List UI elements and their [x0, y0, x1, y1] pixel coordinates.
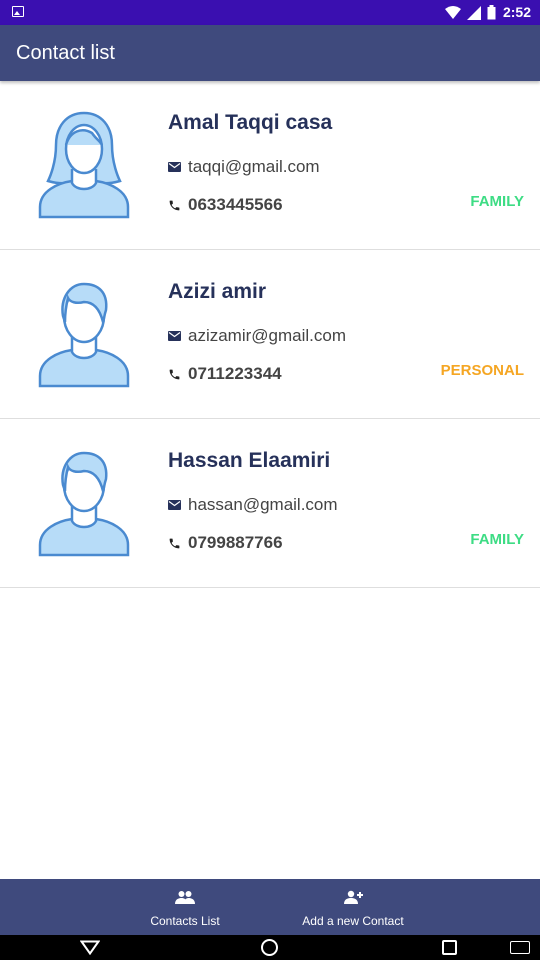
nav-label: Add a new Contact	[302, 914, 404, 928]
male-avatar-icon	[38, 282, 130, 388]
contact-row[interactable]: Amal Taqqi casa taqqi@gmail.com 06334455…	[0, 81, 540, 250]
nav-contacts-list[interactable]: Contacts List	[125, 879, 245, 935]
phone-line: 0633445566	[168, 195, 283, 215]
male-avatar-icon	[38, 451, 130, 557]
contact-row[interactable]: Azizi amir azizamir@gmail.com 0711223344…	[0, 250, 540, 419]
clock: 2:52	[502, 4, 531, 20]
contact-email: azizamir@gmail.com	[188, 326, 347, 345]
app-bar: Contact list	[0, 25, 540, 81]
nav-add-contact[interactable]: Add a new Contact	[283, 879, 423, 935]
contact-email: taqqi@gmail.com	[188, 157, 320, 176]
contact-list: Amal Taqqi casa taqqi@gmail.com 06334455…	[0, 81, 540, 588]
status-bar: 2:52	[0, 0, 540, 25]
category-badge: FAMILY	[470, 193, 524, 210]
contact-phone: 0711223344	[188, 364, 282, 383]
people-icon	[175, 891, 195, 904]
phone-icon	[169, 369, 180, 379]
back-triangle-icon[interactable]	[80, 940, 100, 955]
battery-icon	[487, 5, 496, 20]
phone-icon	[169, 538, 180, 548]
system-icons	[445, 5, 496, 20]
add-person-icon	[344, 890, 363, 904]
contact-email: hassan@gmail.com	[188, 495, 338, 514]
female-avatar-icon	[38, 111, 130, 219]
recents-square-icon[interactable]	[442, 940, 457, 955]
system-navigation-bar	[0, 935, 540, 960]
email-line: azizamir@gmail.com	[168, 326, 346, 346]
cell-signal-icon	[467, 5, 481, 20]
wifi-icon	[445, 5, 461, 19]
email-line: taqqi@gmail.com	[168, 157, 320, 177]
contact-row[interactable]: Hassan Elaamiri hassan@gmail.com 0799887…	[0, 419, 540, 588]
bottom-navigation: Contacts List Add a new Contact	[0, 879, 540, 935]
contact-name: Amal Taqqi casa	[168, 111, 333, 134]
category-badge: PERSONAL	[440, 362, 524, 379]
category-badge: FAMILY	[470, 531, 524, 548]
page-title: Contact list	[16, 42, 115, 64]
home-circle-icon[interactable]	[261, 939, 278, 956]
phone-line: 0799887766	[168, 533, 283, 553]
nav-label: Contacts List	[150, 914, 220, 928]
email-icon	[168, 499, 181, 510]
email-icon	[168, 161, 181, 172]
keyboard-icon[interactable]	[510, 941, 530, 954]
contact-phone: 0799887766	[188, 533, 283, 552]
email-line: hassan@gmail.com	[168, 495, 338, 515]
phone-line: 0711223344	[168, 364, 282, 384]
contact-phone: 0633445566	[188, 195, 283, 214]
contact-name: Azizi amir	[168, 280, 267, 303]
contact-name: Hassan Elaamiri	[168, 449, 331, 472]
email-icon	[168, 330, 181, 341]
phone-icon	[169, 200, 180, 210]
image-notification-icon	[12, 6, 24, 17]
